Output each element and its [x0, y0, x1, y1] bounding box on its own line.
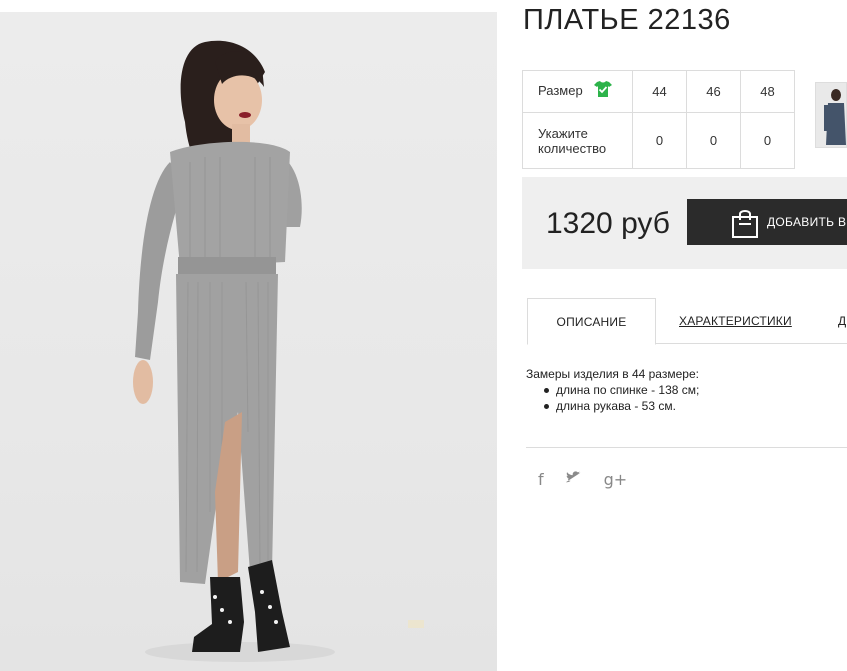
- price: 1320 руб: [546, 207, 670, 240]
- tab-description[interactable]: ОПИСАНИЕ: [527, 298, 656, 345]
- quantity-input-48[interactable]: [747, 133, 788, 148]
- description-intro: Замеры изделия в 44 размере:: [526, 367, 699, 381]
- product-title: ПЛАТЬЕ 22136: [523, 4, 731, 36]
- size-46: 46: [686, 70, 741, 113]
- facebook-icon[interactable]: f: [538, 470, 544, 489]
- size-row: Размер 44 46 48: [522, 70, 795, 113]
- twitter-icon[interactable]: [565, 470, 582, 489]
- description-list: длина по спинке - 138 см; длина рукава -…: [544, 382, 699, 414]
- product-tabs: ОПИСАНИЕ ХАРАКТЕРИСТИКИ Д: [527, 298, 847, 345]
- divider: [526, 447, 847, 448]
- quantity-label-cell: Укажите количество: [522, 112, 633, 169]
- buy-box: 1320 руб ДОБАВИТЬ В: [522, 177, 847, 269]
- add-to-cart-label: ДОБАВИТЬ В: [767, 215, 847, 229]
- tab-characteristics[interactable]: ХАРАКТЕРИСТИКИ: [679, 298, 792, 344]
- quantity-input-46[interactable]: [693, 133, 734, 148]
- size-label: Размер: [538, 83, 583, 99]
- list-item: длина рукава - 53 см.: [544, 398, 699, 414]
- model-illustration: [133, 40, 424, 662]
- quantity-label-line1: Укажите: [538, 125, 588, 141]
- size-48: 48: [740, 70, 795, 113]
- shirt-check-icon[interactable]: [594, 80, 613, 100]
- description-panel: Замеры изделия в 44 размере: длина по сп…: [526, 366, 699, 414]
- size-label-cell: Размер: [522, 70, 633, 113]
- list-item: длина по спинке - 138 см;: [544, 382, 699, 398]
- shopping-bag-icon: [731, 208, 759, 241]
- google-plus-icon[interactable]: g+: [604, 470, 628, 489]
- quantity-row: Укажите количество: [522, 112, 795, 169]
- quantity-cell-46: [686, 112, 741, 169]
- social-share: f g+: [538, 470, 627, 489]
- size-table: Размер 44 46 48 Укажите количество: [522, 70, 795, 169]
- product-photo[interactable]: [0, 12, 497, 671]
- quantity-label-line2: количество: [538, 140, 607, 156]
- quantity-input-44[interactable]: [639, 133, 680, 148]
- add-to-cart-button[interactable]: ДОБАВИТЬ В: [687, 199, 847, 245]
- quantity-cell-48: [740, 112, 795, 169]
- product-thumbnail[interactable]: [815, 82, 847, 148]
- tab-third[interactable]: Д: [838, 298, 846, 344]
- quantity-cell-44: [632, 112, 687, 169]
- size-44: 44: [632, 70, 687, 113]
